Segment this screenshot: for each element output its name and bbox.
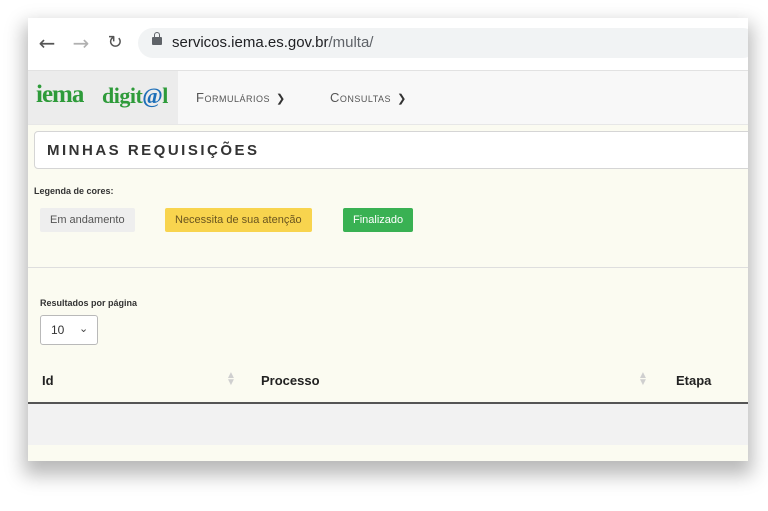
reload-icon[interactable]: ↻: [104, 32, 126, 54]
menu-formularios-label: Formulários: [196, 90, 270, 105]
address-bar[interactable]: servicos.iema.es.gov.br/multa/: [138, 28, 748, 58]
iema-digital-logo[interactable]: iema digit@l: [28, 71, 178, 124]
app-header: iema digit@l Formulários ❯ Consultas ❯: [28, 71, 748, 125]
page-title-panel: MINHAS REQUISIÇÕES: [34, 131, 748, 169]
sort-icon[interactable]: ▲ ▼: [638, 371, 648, 388]
chevron-down-icon: ❯: [275, 93, 286, 105]
results-per-page-label: Resultados por página: [40, 298, 138, 308]
url-text: servicos.iema.es.gov.br/multa/: [172, 34, 373, 51]
legend-title: Legenda de cores:: [34, 186, 114, 196]
results-per-page-select[interactable]: 10 ⌄: [40, 315, 98, 345]
menu-consultas-label: Consultas: [330, 90, 392, 105]
arrow-left-icon[interactable]: ←: [36, 32, 58, 54]
section-divider: [28, 267, 748, 268]
arrow-right-icon[interactable]: →: [70, 32, 92, 54]
chevron-down-icon: ⌄: [79, 323, 89, 335]
column-header-etapa[interactable]: Etapa: [676, 373, 711, 388]
column-header-processo[interactable]: Processo: [261, 373, 320, 388]
lock-icon: [152, 32, 162, 45]
page-title: MINHAS REQUISIÇÕES: [47, 142, 260, 159]
menu-formularios[interactable]: Formulários ❯: [196, 90, 286, 105]
logo-text-digital: digit@l: [102, 83, 168, 108]
legend-necessita-atencao: Necessita de sua atenção: [165, 208, 312, 232]
browser-toolbar: ← → ↻ servicos.iema.es.gov.br/multa/: [28, 18, 748, 71]
legend-em-andamento: Em andamento: [40, 208, 135, 232]
logo-text-iema: iema: [36, 81, 84, 108]
chevron-down-icon: ❯: [397, 93, 407, 105]
sort-icon[interactable]: ▲ ▼: [226, 371, 236, 388]
browser-window: ← → ↻ servicos.iema.es.gov.br/multa/ iem…: [28, 18, 748, 461]
results-per-page-value: 10: [51, 323, 65, 337]
table-row: [28, 404, 748, 445]
column-header-id[interactable]: Id: [42, 373, 54, 388]
url-host: servicos.iema.es.gov.br: [172, 34, 329, 51]
legend-finalizado: Finalizado: [343, 208, 414, 232]
url-path: /multa/: [328, 34, 374, 51]
menu-consultas[interactable]: Consultas ❯: [330, 90, 407, 105]
